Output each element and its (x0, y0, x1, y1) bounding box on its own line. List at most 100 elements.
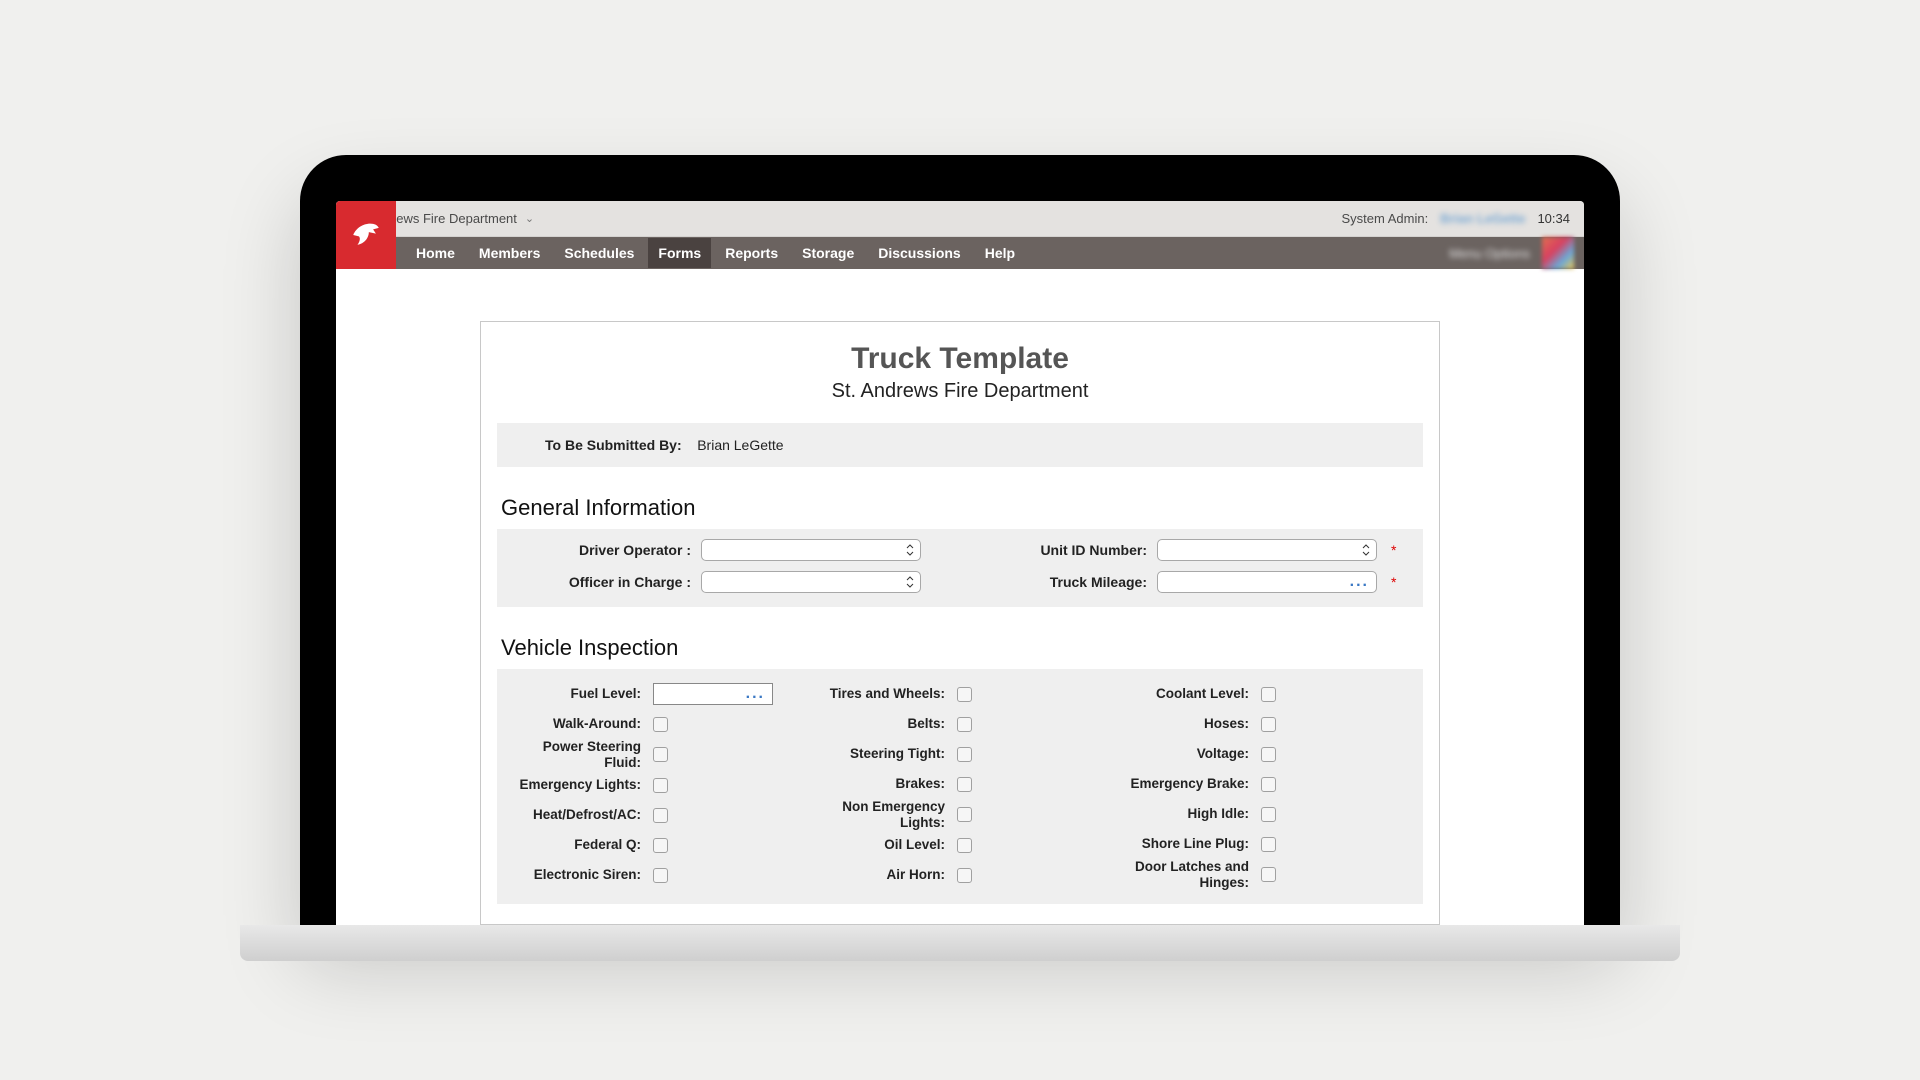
checkbox[interactable] (1261, 777, 1276, 792)
checkbox[interactable] (1261, 807, 1276, 822)
inspection-row: Voltage: (1119, 739, 1409, 769)
unit-id-select[interactable] (1157, 539, 1377, 561)
inspection-label: Electronic Siren: (511, 867, 641, 883)
checkbox[interactable] (957, 687, 972, 702)
checkbox[interactable] (1261, 717, 1276, 732)
inspection-label: Emergency Lights: (511, 777, 641, 793)
inspection-row: Belts: (815, 709, 1105, 739)
inspection-row: Power Steering Fluid: (511, 739, 801, 770)
driver-operator-select[interactable] (701, 539, 921, 561)
nav-forms[interactable]: Forms (648, 238, 711, 268)
submitted-by: Brian LeGette (697, 437, 783, 453)
screen: St. Andrews Fire Department ⌄ System Adm… (336, 201, 1584, 925)
truck-mileage-label: Truck Mileage: (967, 574, 1147, 590)
admin-name[interactable]: Brian LeGette (1440, 211, 1525, 226)
inspection-label: Federal Q: (511, 837, 641, 853)
inspection-row: High Idle: (1119, 799, 1409, 829)
submitted-label: To Be Submitted By: (545, 437, 682, 453)
checkbox[interactable] (653, 868, 668, 883)
checkbox[interactable] (957, 747, 972, 762)
checkbox[interactable] (957, 838, 972, 853)
inspection-row: Emergency Brake: (1119, 769, 1409, 799)
officer-in-charge-label: Officer in Charge : (511, 574, 691, 590)
inspection-label: Non Emergency Lights: (815, 799, 945, 830)
user-menu-label[interactable]: Menu Options (1449, 246, 1530, 261)
inspection-label: Power Steering Fluid: (511, 739, 641, 770)
vehicle-section: Fuel Level:...Walk-Around:Power Steering… (497, 669, 1423, 904)
inspection-row: Air Horn: (815, 860, 1105, 890)
inspection-row: Federal Q: (511, 830, 801, 860)
nav-row: HomeMembersSchedulesFormsReportsStorageD… (336, 237, 1584, 269)
context-bar: St. Andrews Fire Department ⌄ System Adm… (336, 201, 1584, 237)
avatar[interactable] (1542, 237, 1574, 269)
content-area: Truck Template St. Andrews Fire Departme… (336, 269, 1584, 925)
checkbox[interactable] (653, 808, 668, 823)
inspection-row: Shore Line Plug: (1119, 829, 1409, 859)
inspection-row: Fuel Level:... (511, 679, 801, 709)
nav-discussions[interactable]: Discussions (868, 238, 970, 268)
checkbox[interactable] (1261, 837, 1276, 852)
nav-storage[interactable]: Storage (792, 238, 864, 268)
inspection-row: Walk-Around: (511, 709, 801, 739)
inspection-label: Coolant Level: (1119, 686, 1249, 702)
section-title-vehicle: Vehicle Inspection (501, 635, 1423, 661)
bird-icon (349, 218, 383, 252)
checkbox[interactable] (1261, 687, 1276, 702)
inspection-label: Brakes: (815, 776, 945, 792)
officer-in-charge-select[interactable] (701, 571, 921, 593)
inspection-label: Heat/Defrost/AC: (511, 807, 641, 823)
section-title-general: General Information (501, 495, 1423, 521)
inspection-label: Shore Line Plug: (1119, 836, 1249, 852)
inspection-label: Oil Level: (815, 837, 945, 853)
inspection-row: Steering Tight: (815, 739, 1105, 769)
inspection-row: Door Latches and Hinges: (1119, 859, 1409, 890)
nav-members[interactable]: Members (469, 238, 550, 268)
checkbox[interactable] (957, 777, 972, 792)
inspection-row: Electronic Siren: (511, 860, 801, 890)
inspection-label: Belts: (815, 716, 945, 732)
nav-reports[interactable]: Reports (715, 238, 788, 268)
clock: 10:34 (1537, 211, 1570, 226)
form-title: Truck Template (497, 342, 1423, 376)
inspection-label: Fuel Level: (511, 686, 641, 702)
checkbox[interactable] (1261, 867, 1276, 882)
checkbox[interactable] (653, 838, 668, 853)
inspection-label: Emergency Brake: (1119, 776, 1249, 792)
inspection-label: Steering Tight: (815, 746, 945, 762)
checkbox[interactable] (1261, 747, 1276, 762)
app-logo[interactable] (336, 201, 396, 269)
inspection-row: Brakes: (815, 769, 1105, 799)
checkbox[interactable] (957, 807, 972, 822)
monitor-base (240, 925, 1680, 961)
more-icon[interactable]: ... (1350, 573, 1369, 591)
checkbox[interactable] (653, 778, 668, 793)
form-subtitle: St. Andrews Fire Department (497, 380, 1423, 403)
inspection-label: Door Latches and Hinges: (1119, 859, 1249, 890)
nav-home[interactable]: Home (406, 238, 465, 268)
chevron-down-icon: ⌄ (525, 212, 534, 225)
unit-id-label: Unit ID Number: (967, 542, 1147, 558)
required-icon: * (1391, 542, 1396, 558)
checkbox[interactable] (653, 717, 668, 732)
checkbox[interactable] (653, 747, 668, 762)
more-icon[interactable]: ... (746, 685, 765, 703)
inspection-row: Tires and Wheels: (815, 679, 1105, 709)
nav-help[interactable]: Help (975, 238, 1025, 268)
checkbox[interactable] (957, 717, 972, 732)
main-nav: HomeMembersSchedulesFormsReportsStorageD… (396, 237, 1584, 269)
monitor-frame: St. Andrews Fire Department ⌄ System Adm… (300, 155, 1620, 925)
inspection-label: High Idle: (1119, 806, 1249, 822)
inspection-row: Non Emergency Lights: (815, 799, 1105, 830)
inspection-row: Coolant Level: (1119, 679, 1409, 709)
required-icon: * (1391, 574, 1396, 590)
admin-label: System Admin: (1342, 211, 1429, 226)
inspection-label: Hoses: (1119, 716, 1249, 732)
inspection-label: Tires and Wheels: (815, 686, 945, 702)
checkbox[interactable] (957, 868, 972, 883)
form-card: Truck Template St. Andrews Fire Departme… (480, 321, 1440, 925)
inspection-label: Voltage: (1119, 746, 1249, 762)
nav-schedules[interactable]: Schedules (554, 238, 644, 268)
driver-operator-label: Driver Operator : (511, 542, 691, 558)
submitted-bar: To Be Submitted By: Brian LeGette (497, 423, 1423, 467)
truck-mileage-input[interactable] (1157, 571, 1377, 593)
